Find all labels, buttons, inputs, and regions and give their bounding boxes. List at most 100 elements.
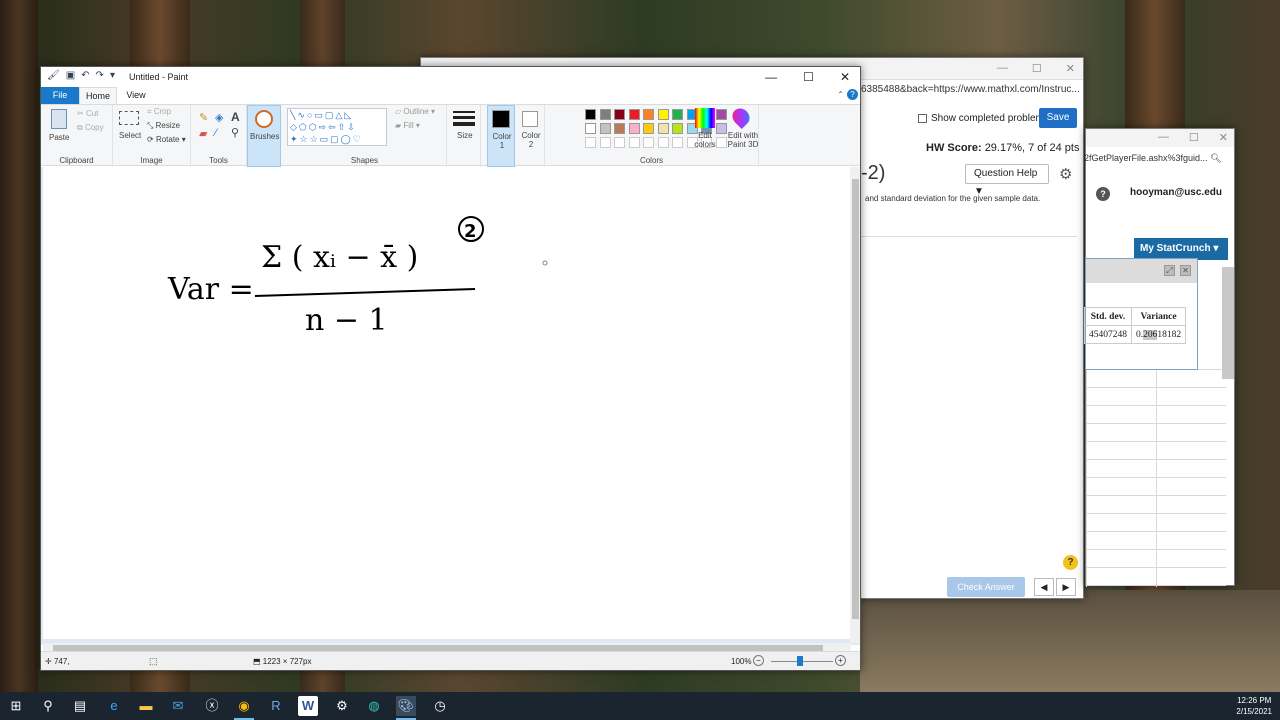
color-swatch[interactable] bbox=[672, 123, 683, 134]
scrollbar[interactable] bbox=[1222, 267, 1234, 379]
show-completed-checkbox[interactable]: Show completed problem bbox=[918, 113, 1044, 124]
edit-with-paint3d-button[interactable]: Edit with Paint 3D bbox=[723, 131, 763, 149]
app-icon[interactable]: ◍ bbox=[364, 696, 384, 716]
color-swatch[interactable] bbox=[672, 109, 683, 120]
help-icon[interactable]: ? bbox=[847, 89, 858, 100]
maximize-icon[interactable]: ☐ bbox=[803, 70, 814, 84]
settings-icon[interactable]: ⚙ bbox=[332, 696, 352, 716]
edge-icon[interactable]: e bbox=[104, 696, 124, 716]
save-button[interactable]: Save bbox=[1039, 108, 1077, 128]
color-picker-icon[interactable]: ⁄ bbox=[215, 127, 217, 139]
fill-icon[interactable]: ◈ bbox=[215, 111, 223, 124]
text-icon[interactable]: A bbox=[231, 110, 240, 124]
save-icon[interactable]: ▣ bbox=[66, 70, 75, 81]
task-view-icon[interactable]: ▤ bbox=[70, 696, 90, 716]
crop-button[interactable]: ⌗ Crop bbox=[147, 107, 171, 117]
color-swatch[interactable] bbox=[715, 109, 727, 120]
color-swatch[interactable] bbox=[585, 109, 596, 120]
zoom-slider-thumb[interactable] bbox=[797, 656, 803, 666]
gear-icon[interactable]: ⚙ bbox=[1059, 165, 1072, 183]
edit-colors-icon[interactable] bbox=[695, 108, 715, 128]
check-answer-button[interactable]: Check Answer bbox=[947, 577, 1025, 597]
color-swatch[interactable] bbox=[614, 109, 625, 120]
size-button[interactable]: Size bbox=[447, 105, 481, 167]
paste-button[interactable]: Paste bbox=[49, 133, 69, 142]
pencil-icon[interactable]: ✎ bbox=[199, 111, 208, 124]
color-swatch[interactable] bbox=[643, 109, 654, 120]
mathxl-url[interactable]: 6385488&back=https://www.mathxl.com/Inst… bbox=[861, 84, 1080, 95]
tab-file[interactable]: File bbox=[41, 87, 79, 104]
minimize-icon[interactable]: — bbox=[997, 62, 1008, 75]
custom-color-swatch[interactable] bbox=[672, 137, 683, 148]
color-swatch[interactable] bbox=[599, 123, 611, 134]
paste-icon[interactable] bbox=[51, 109, 67, 129]
color-swatch[interactable] bbox=[585, 123, 596, 134]
magnifier-icon[interactable]: ⚲ bbox=[231, 126, 239, 139]
resize-button[interactable]: ⤡ Resize bbox=[147, 121, 180, 131]
color1-button[interactable]: Color 1 bbox=[487, 105, 515, 167]
color-swatch[interactable] bbox=[628, 109, 640, 120]
edit-colors-button[interactable]: Edit colors bbox=[689, 131, 721, 149]
tab-view[interactable]: View bbox=[119, 87, 153, 104]
selected-text[interactable]: 206 bbox=[1143, 329, 1158, 340]
search-icon[interactable]: ⚲ bbox=[38, 696, 58, 716]
prev-question-button[interactable]: ◀ bbox=[1034, 578, 1054, 596]
user-email[interactable]: hooyman@usc.edu bbox=[1130, 187, 1222, 198]
outline-button[interactable]: ▱ Outline ▾ bbox=[395, 107, 435, 116]
word-icon[interactable]: W bbox=[298, 696, 318, 716]
custom-color-swatch[interactable] bbox=[614, 137, 625, 148]
expand-icon[interactable]: ⤢ bbox=[1164, 265, 1175, 276]
custom-color-swatch[interactable] bbox=[599, 137, 611, 148]
mail-icon[interactable]: ✉ bbox=[168, 696, 188, 716]
paint-taskbar-icon[interactable]: 🎨︎ bbox=[396, 696, 416, 720]
select-button[interactable]: Select bbox=[119, 131, 141, 140]
close-icon[interactable]: ✕ bbox=[840, 70, 850, 84]
zoom-icon[interactable]: 🔍︎ bbox=[1210, 153, 1221, 163]
zoom-out-icon[interactable]: − bbox=[753, 655, 764, 666]
vertical-scroll-thumb[interactable] bbox=[852, 179, 859, 619]
redo-icon[interactable]: ↷ bbox=[96, 70, 104, 81]
my-statcrunch-menu[interactable]: My StatCrunch ▾ bbox=[1134, 238, 1228, 260]
copy-button[interactable]: ⧉ Copy bbox=[77, 123, 104, 133]
system-clock[interactable]: 12:26 PM 2/15/2021 bbox=[1236, 695, 1272, 717]
color2-button[interactable]: Color 2 bbox=[517, 105, 545, 167]
collapse-ribbon-icon[interactable]: ⌃ bbox=[837, 90, 844, 99]
spreadsheet-grid[interactable] bbox=[1086, 369, 1226, 587]
tab-home[interactable]: Home bbox=[79, 87, 117, 104]
help-icon[interactable]: ? bbox=[1096, 187, 1110, 201]
statcrunch-url[interactable]: 2fGetPlayerFile.ashx%3fguid... 🔍︎ bbox=[1084, 153, 1222, 164]
fill-button[interactable]: ▰ Fill ▾ bbox=[395, 121, 420, 130]
color-swatch[interactable] bbox=[657, 109, 669, 120]
file-explorer-icon[interactable]: ▬ bbox=[136, 696, 156, 716]
drawing-canvas[interactable]: Var = Σ ( xᵢ − x̄ ) 2 n − 1 bbox=[43, 167, 851, 639]
eraser-icon[interactable]: ▰ bbox=[199, 127, 207, 140]
custom-color-swatch[interactable] bbox=[643, 137, 654, 148]
custom-color-swatch[interactable] bbox=[585, 137, 596, 148]
maximize-icon[interactable]: ☐ bbox=[1032, 62, 1042, 75]
chrome-icon[interactable]: ◉ bbox=[234, 696, 254, 720]
color-swatch[interactable] bbox=[643, 123, 654, 134]
table-cell[interactable]: 0.20618182 bbox=[1130, 325, 1187, 344]
brushes-button[interactable]: Brushes bbox=[247, 105, 281, 167]
minimize-icon[interactable]: — bbox=[1158, 131, 1169, 144]
color-swatch[interactable] bbox=[657, 123, 669, 134]
paint3d-icon[interactable] bbox=[728, 104, 754, 130]
r-icon[interactable]: R bbox=[266, 696, 286, 716]
windows-start-icon[interactable]: ⊞ bbox=[6, 696, 26, 716]
customize-icon[interactable]: ▾ bbox=[110, 70, 115, 81]
undo-icon[interactable]: ↶ bbox=[81, 70, 89, 81]
close-icon[interactable]: ✕ bbox=[1219, 131, 1228, 144]
xbox-icon[interactable]: ⓧ bbox=[202, 696, 222, 716]
zoom-in-icon[interactable]: + bbox=[835, 655, 846, 666]
color-swatch[interactable] bbox=[599, 109, 611, 120]
next-question-button[interactable]: ▶ bbox=[1056, 578, 1076, 596]
close-icon[interactable]: ✕ bbox=[1180, 265, 1191, 276]
clock-app-icon[interactable]: ◷ bbox=[430, 696, 450, 716]
cut-button[interactable]: ✂ Cut bbox=[77, 109, 98, 118]
checkbox-icon[interactable] bbox=[918, 114, 927, 123]
select-icon[interactable] bbox=[119, 111, 139, 125]
color-swatch[interactable] bbox=[628, 123, 640, 134]
minimize-icon[interactable]: — bbox=[765, 70, 777, 84]
custom-color-swatch[interactable] bbox=[657, 137, 669, 148]
shapes-gallery[interactable]: ╲∿○▭▢△◺ ◇⬠⬡⇨⇦⇧⇩ ✦☆☆▭▢◯♡ bbox=[287, 108, 387, 146]
